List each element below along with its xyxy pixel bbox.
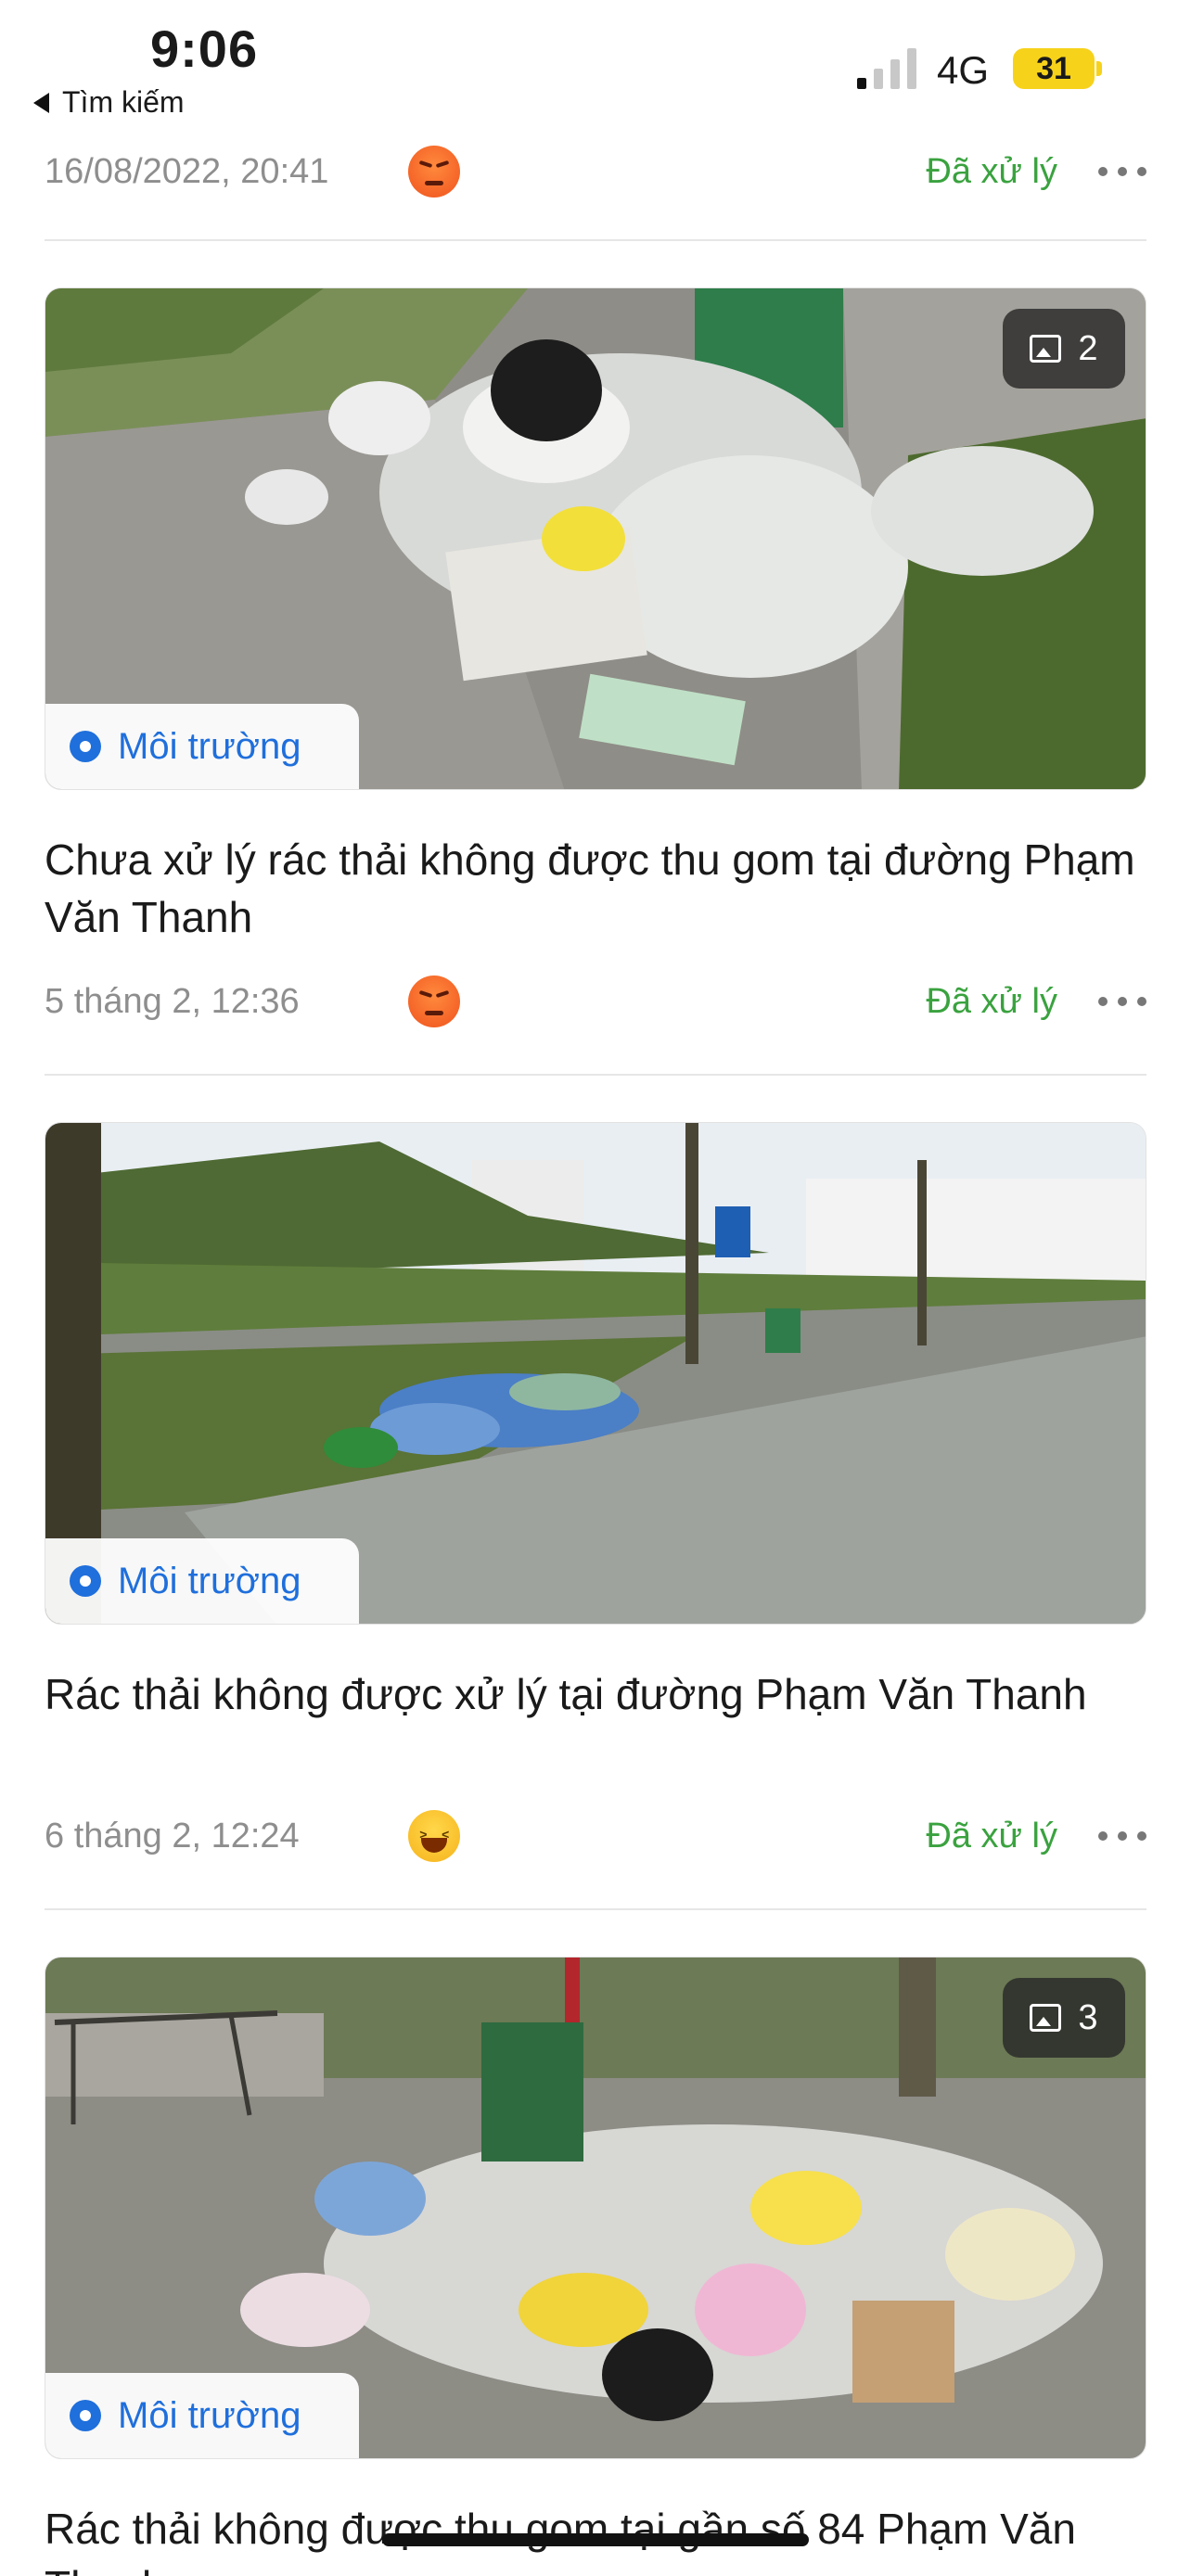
photo-count-badge: 2: [1003, 309, 1125, 389]
cellular-signal-icon: [857, 48, 916, 89]
back-to-search-label: Tìm kiếm: [62, 85, 185, 119]
image-icon: [1030, 335, 1062, 363]
report-date: 6 tháng 2, 12:24: [45, 1816, 300, 1855]
battery-tip: [1096, 61, 1102, 76]
report-status: Đã xử lý: [926, 1816, 1057, 1855]
category-dot-icon: [70, 1565, 101, 1597]
status-time: 9:06: [150, 19, 259, 78]
category-label: Môi trường: [118, 725, 301, 767]
category-label: Môi trường: [118, 2394, 301, 2436]
report-status: Đã xử lý: [926, 981, 1057, 1021]
category-chip[interactable]: Môi trường: [45, 704, 359, 789]
category-label: Môi trường: [118, 1560, 301, 1601]
back-arrow-icon: [33, 92, 49, 113]
report-meta-row: 5 tháng 2, 12:36 Đã xử lý: [45, 969, 1146, 1034]
angry-emoji-icon[interactable]: [408, 146, 460, 198]
battery-icon: 31: [1013, 48, 1095, 89]
report-date: 5 tháng 2, 12:36: [45, 981, 300, 1021]
status-bar: 9:06 Tìm kiếm 4G 31: [0, 0, 1191, 139]
photo-count-badge: 3: [1003, 1978, 1125, 2058]
photo-count: 2: [1078, 328, 1098, 368]
home-indicator[interactable]: [382, 2533, 809, 2546]
report-meta-row: 6 tháng 2, 12:24 > < Đã xử lý: [45, 1804, 1146, 1868]
report-title[interactable]: Rác thải không được xử lý tại đường Phạm…: [45, 1665, 1146, 1723]
more-options-icon[interactable]: [1098, 1822, 1146, 1850]
category-chip[interactable]: Môi trường: [45, 2373, 359, 2458]
category-dot-icon: [70, 731, 101, 762]
back-to-search-button[interactable]: Tìm kiếm: [33, 85, 185, 120]
angry-emoji-icon[interactable]: [408, 976, 460, 1027]
more-options-icon[interactable]: [1098, 988, 1146, 1015]
image-icon: [1030, 2004, 1062, 2032]
category-dot-icon: [70, 2400, 101, 2431]
divider: [45, 1074, 1146, 1076]
report-photo[interactable]: Môi trường: [45, 1122, 1146, 1625]
report-photo[interactable]: 2 Môi trường: [45, 287, 1146, 790]
report-photo[interactable]: 3 Môi trường: [45, 1957, 1146, 2459]
report-meta-row: 16/08/2022, 20:41 Đã xử lý: [45, 139, 1146, 204]
network-type: 4G: [937, 48, 990, 92]
battery-level: 31: [1036, 50, 1071, 86]
more-options-icon[interactable]: [1098, 158, 1146, 185]
photo-count: 3: [1078, 1997, 1098, 2037]
report-date: 16/08/2022, 20:41: [45, 151, 329, 191]
laughing-emoji-icon[interactable]: > <: [408, 1810, 460, 1862]
category-chip[interactable]: Môi trường: [45, 1538, 359, 1624]
divider: [45, 239, 1146, 241]
divider: [45, 1908, 1146, 1910]
report-status: Đã xử lý: [926, 151, 1057, 191]
report-title[interactable]: Chưa xử lý rác thải không được thu gom t…: [45, 831, 1146, 946]
